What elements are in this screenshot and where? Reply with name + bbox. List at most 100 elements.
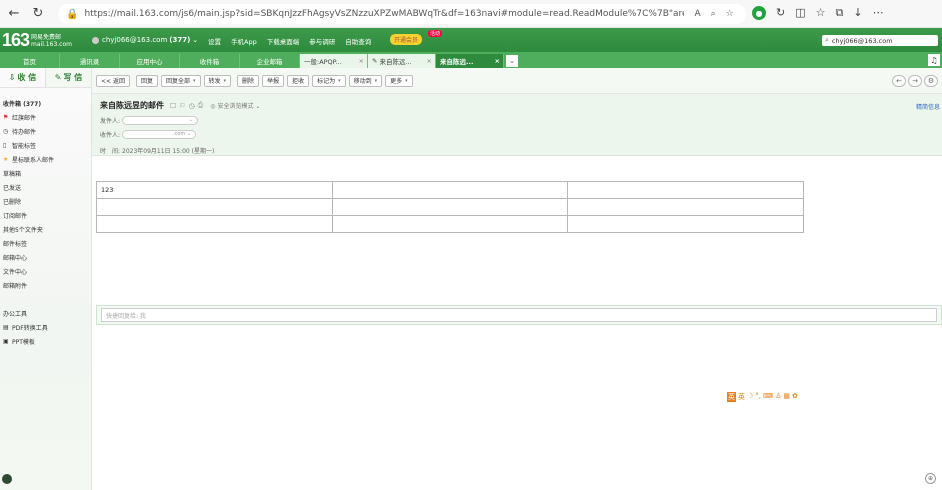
sidebar-item-smart-tags[interactable]: ▯ 智能标签 <box>0 138 91 152</box>
reject-button[interactable]: 拒收 <box>287 74 310 87</box>
sidebar-item-starred-contacts[interactable]: ★ 星标联系人邮件 <box>0 152 91 166</box>
ime-icon[interactable]: 英 <box>727 392 736 402</box>
clock-icon[interactable]: ◷ <box>189 102 195 110</box>
chevron-down-icon: ⌄ <box>186 131 191 137</box>
next-mail-icon[interactable]: → <box>908 75 922 87</box>
favorite-icon[interactable]: ☆ <box>726 9 734 19</box>
zoom-icon[interactable]: ⊕ <box>925 473 936 484</box>
tab-mail-active[interactable]: 来自陈远... × <box>436 54 504 68</box>
lock-icon[interactable]: 🔒 <box>66 9 78 20</box>
more-icon[interactable]: ⋯ <box>873 6 884 20</box>
survey-link[interactable]: 参与调研 <box>309 36 335 46</box>
collections-icon[interactable]: ⧉ <box>836 6 844 20</box>
sidebar-item-flagged[interactable]: ⚑ 红旗邮件 <box>0 110 91 124</box>
close-icon[interactable]: × <box>427 57 432 65</box>
tab-enterprise-mail[interactable]: 企业邮箱 <box>240 54 300 68</box>
reply-all-button[interactable]: 回复全部 ▾ <box>160 74 201 87</box>
safe-mode-toggle[interactable]: ◎ 安全浏览模式 ⌄ <box>210 101 260 110</box>
favorites-icon[interactable]: ☆ <box>816 6 826 20</box>
tab-inbox[interactable]: 收件箱 <box>180 54 240 68</box>
forward-button[interactable]: 转发 ▾ <box>203 74 232 87</box>
download-icon[interactable]: ↓ <box>853 6 862 20</box>
close-icon[interactable]: × <box>495 57 500 65</box>
delete-button[interactable]: 删除 <box>237 74 260 87</box>
checkbox-icon[interactable]: ☐ <box>170 102 176 110</box>
keyboard-icon[interactable]: ⌨ <box>763 392 773 402</box>
sender-pill[interactable]: ⌄ <box>122 115 198 125</box>
promo-button[interactable]: 开通会员 <box>390 34 423 45</box>
address-url[interactable]: https://mail.163.com/js6/main.jsp?sid=SB… <box>84 9 684 19</box>
zoom-icon[interactable]: ⌕ <box>711 9 716 19</box>
pager: ← → ⚙ <box>892 75 938 87</box>
moon-icon[interactable]: ☽ <box>747 392 753 402</box>
split-screen-icon[interactable]: ◫ <box>795 6 805 20</box>
skin-icon[interactable]: ▦ <box>783 392 790 402</box>
sidebar-item-drafts[interactable]: 草稿箱 <box>0 166 91 180</box>
compose-icon: ✎ <box>372 57 378 65</box>
ime-english-icon[interactable]: 英 <box>738 392 745 402</box>
sidebar-item-mail-tags[interactable]: 邮件标签 <box>0 236 91 250</box>
sidebar-item-sent[interactable]: 已发送 <box>0 180 91 194</box>
chevron-down-icon[interactable]: ⌄ <box>506 55 518 67</box>
read-aloud-icon[interactable]: A <box>694 9 700 19</box>
button-label: 举报 <box>267 78 280 85</box>
search-input[interactable]: ⌕ chyj066@163.com <box>822 35 938 46</box>
sidebar-item-mail-center[interactable]: 邮箱中心 <box>0 250 91 264</box>
sidebar-item-file-center[interactable]: 文件中心 <box>0 264 91 278</box>
divider <box>134 75 135 87</box>
receive-button[interactable]: ⇩ 收 信 <box>0 68 45 87</box>
reply-button[interactable]: 回复 <box>135 74 158 87</box>
quick-reply-area: 快捷回复给: 我 <box>96 305 942 325</box>
time-row: 时 间: 2023年09月11日 15:00 (星期一) <box>100 145 934 155</box>
star-icon: ★ <box>3 155 9 163</box>
more-button[interactable]: 更多 ▾ <box>385 74 413 87</box>
receiver-pill[interactable]: .com ⌄ <box>122 129 196 139</box>
sidebar-item-inbox[interactable]: 收件箱 (377) <box>0 96 91 110</box>
reload-extension-icon[interactable]: ↻ <box>776 6 785 20</box>
report-button[interactable]: 举报 <box>262 74 285 87</box>
write-button[interactable]: ✎ 写 信 <box>45 68 91 87</box>
divider <box>235 75 236 87</box>
sidebar-item-deleted[interactable]: 已删除 <box>0 194 91 208</box>
punctuation-icon[interactable]: °, <box>755 392 761 402</box>
tab-home[interactable]: 首页 <box>0 54 60 68</box>
compact-info-link[interactable]: 精简信息 <box>916 102 940 111</box>
address-bar[interactable]: 🔒 https://mail.163.com/js6/main.jsp?sid=… <box>58 4 746 24</box>
sidebar-item-subscriptions[interactable]: 订阅邮件 <box>0 208 91 222</box>
tab-mail-1[interactable]: ✎ 来自陈远... × <box>368 54 436 68</box>
quick-reply-input[interactable]: 快捷回复给: 我 <box>101 308 937 322</box>
tab-contacts[interactable]: 通讯录 <box>60 54 120 68</box>
tab-app-center[interactable]: 应用中心 <box>120 54 180 68</box>
mark-as-button[interactable]: 标记为 ▾ <box>312 74 346 87</box>
account-menu[interactable]: chyj066@163.com (377) ⌄ <box>92 36 198 44</box>
extension-icon[interactable]: ● <box>752 6 766 20</box>
back-arrow-icon[interactable]: ← <box>4 4 24 24</box>
clock-icon: ◷ <box>3 127 9 135</box>
receiver-label: 收件人: <box>100 131 121 139</box>
sidebar-item-todo[interactable]: ◷ 待办邮件 <box>0 124 91 138</box>
sidebar-item-other-folders[interactable]: 其他5个文件夹 <box>0 222 91 236</box>
move-to-button[interactable]: 移动到 ▾ <box>348 74 383 87</box>
table-cell <box>96 215 333 233</box>
flag-icon[interactable]: ⚐ <box>179 102 185 110</box>
search-value: chyj066@163.com <box>831 36 893 45</box>
mobile-app-link[interactable]: 手机App <box>231 36 257 46</box>
user-icon[interactable]: ♙ <box>775 392 781 402</box>
avatar[interactable] <box>2 474 12 484</box>
sidebar-item-attachments[interactable]: 邮箱附件 <box>0 278 91 292</box>
gear-icon[interactable]: ✿ <box>792 392 798 402</box>
sidebar-item-ppt-template[interactable]: ▣ PPT模板 <box>0 334 91 348</box>
back-button[interactable]: << 返回 <box>96 74 130 87</box>
self-service-link[interactable]: 自助查询 <box>345 36 371 46</box>
close-icon[interactable]: × <box>359 57 364 65</box>
refresh-icon[interactable]: ↻ <box>28 4 48 24</box>
logo[interactable]: 163 网易免费邮 mail.163.com <box>2 30 72 51</box>
music-icon[interactable]: ♫ <box>928 54 940 66</box>
sidebar-item-pdf-tool[interactable]: ▤ PDF转换工具 <box>0 320 91 334</box>
desktop-download-link[interactable]: 下载桌面端 <box>267 36 300 46</box>
settings-icon[interactable]: ⚙ <box>924 75 938 87</box>
prev-mail-icon[interactable]: ← <box>892 75 906 87</box>
tab-apqp[interactable]: 一般:APQP... × <box>300 54 368 68</box>
print-icon[interactable]: ⎙ <box>198 101 204 110</box>
settings-link[interactable]: 设置 <box>208 36 221 46</box>
